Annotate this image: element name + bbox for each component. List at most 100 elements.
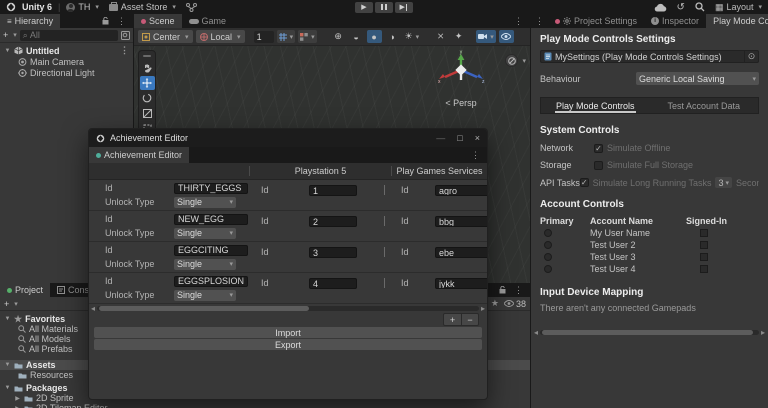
simulate-long-tasks-checkbox[interactable]: ✓ bbox=[580, 178, 589, 187]
gizmos-visibility-button[interactable] bbox=[499, 30, 514, 43]
expand-arrow-icon[interactable]: ▼ bbox=[4, 316, 11, 322]
ps5-id-field[interactable]: 2 bbox=[309, 216, 357, 227]
panel-menu-icon[interactable]: ⋮ bbox=[510, 16, 527, 27]
primary-radio[interactable] bbox=[544, 241, 552, 249]
scene-audio-button[interactable]: ⨯ bbox=[433, 30, 448, 43]
scene-effects-button[interactable]: ✦ bbox=[451, 30, 466, 43]
perspective-label[interactable]: < Persp bbox=[426, 98, 496, 108]
item-menu-icon[interactable]: ⋮ bbox=[116, 45, 133, 56]
layout-menu[interactable]: ▦ Layout ▾ bbox=[715, 2, 762, 13]
scale-tool-button[interactable] bbox=[140, 106, 155, 120]
tab-project[interactable]: Project bbox=[0, 283, 50, 297]
step-button[interactable]: ▶ bbox=[395, 2, 413, 13]
version-control-icon[interactable] bbox=[186, 3, 197, 12]
hierarchy-item-scene[interactable]: ▼ Untitled ⋮ bbox=[0, 45, 133, 56]
signed-in-checkbox[interactable] bbox=[700, 229, 708, 237]
hidden-items-indicator[interactable]: 38 bbox=[504, 299, 526, 309]
favorite-star-icon[interactable]: ★ bbox=[491, 298, 499, 309]
scene-orientation-gizmo[interactable]: y x z < Persp bbox=[426, 50, 496, 108]
import-button[interactable]: Import bbox=[94, 327, 482, 338]
lock-icon[interactable] bbox=[499, 286, 506, 294]
grid-size-field[interactable]: 1 bbox=[254, 31, 274, 43]
behaviour-dropdown[interactable]: Generic Local Saving ▾ bbox=[636, 72, 759, 85]
shaded-wire-mode-button[interactable]: ◒ bbox=[349, 30, 364, 43]
signed-in-checkbox[interactable] bbox=[700, 253, 708, 261]
achievement-id-field[interactable]: NEW_EGG bbox=[174, 214, 248, 225]
unlock-type-dropdown[interactable]: Single▾ bbox=[174, 197, 236, 208]
pgs-id-field[interactable]: bbg bbox=[435, 216, 487, 227]
hierarchy-item-camera[interactable]: Main Camera bbox=[0, 56, 133, 67]
cloud-icon[interactable] bbox=[654, 3, 667, 12]
pgs-id-field[interactable]: jykk bbox=[435, 278, 487, 289]
wireframe-mode-button[interactable]: ⊕ bbox=[331, 30, 346, 43]
achievement-id-field[interactable]: THIRTY_EGGS bbox=[174, 183, 248, 194]
scene-lighting-button[interactable]: ☀ ▾ bbox=[403, 30, 422, 43]
minimize-button[interactable]: — bbox=[436, 133, 445, 143]
settings-object-field[interactable]: MySettings (Play Mode Controls Settings)… bbox=[540, 50, 759, 63]
inner-tab-play-mode-controls[interactable]: Play Mode Controls bbox=[541, 98, 650, 113]
panel-menu-icon[interactable]: ⋮ bbox=[113, 16, 130, 27]
tab-scene[interactable]: Scene bbox=[134, 14, 182, 28]
rotate-tool-button[interactable] bbox=[140, 91, 155, 105]
search-icon[interactable] bbox=[695, 2, 705, 12]
add-object-button[interactable]: + bbox=[3, 30, 8, 40]
panel-menu-icon[interactable]: ⋮ bbox=[467, 150, 484, 161]
remove-row-button[interactable]: − bbox=[461, 314, 478, 325]
shaded-mode-button[interactable]: ● bbox=[367, 30, 382, 43]
search-filter-icon[interactable] bbox=[121, 31, 130, 40]
camera-view-options-button[interactable] bbox=[505, 54, 518, 67]
scroll-left-icon[interactable]: ◂ bbox=[91, 304, 95, 313]
scroll-right-icon[interactable]: ▸ bbox=[761, 328, 765, 337]
unlit-mode-button[interactable]: ◑ bbox=[385, 30, 400, 43]
export-button[interactable]: Export bbox=[94, 339, 482, 350]
primary-radio[interactable] bbox=[544, 265, 552, 273]
tree-item-2d-tilemap[interactable]: ▶ 2D Tilemap Editor bbox=[0, 403, 530, 408]
pgs-id-field[interactable]: agro bbox=[435, 185, 487, 196]
snap-increment-button[interactable]: ▾ bbox=[298, 30, 317, 43]
ps5-id-field[interactable]: 4 bbox=[309, 278, 357, 289]
view-tool-button[interactable] bbox=[140, 61, 155, 75]
pause-button[interactable] bbox=[375, 2, 393, 13]
dock-menu-icon[interactable]: ⋮ bbox=[531, 14, 548, 28]
asset-store-menu[interactable]: Asset Store ▾ bbox=[109, 2, 176, 12]
simulate-full-storage-checkbox[interactable]: ✓ bbox=[594, 161, 603, 170]
ps5-id-field[interactable]: 1 bbox=[309, 185, 357, 196]
chevron-down-icon[interactable]: ▾ bbox=[522, 57, 526, 65]
simulate-offline-checkbox[interactable]: ✓ bbox=[594, 144, 603, 153]
ps5-id-field[interactable]: 3 bbox=[309, 247, 357, 258]
inner-tab-test-account-data[interactable]: Test Account Data bbox=[650, 98, 759, 113]
signed-in-checkbox[interactable] bbox=[700, 241, 708, 249]
pgs-id-field[interactable]: ebe bbox=[435, 247, 487, 258]
achievement-id-field[interactable]: EGGCITING bbox=[174, 245, 248, 256]
expand-arrow-icon[interactable]: ▶ bbox=[14, 395, 21, 402]
panel-menu-icon[interactable]: ⋮ bbox=[510, 285, 527, 296]
tab-inspector[interactable]: i Inspector bbox=[644, 14, 706, 28]
scene-camera-settings-button[interactable]: ▾ bbox=[476, 30, 496, 43]
expand-arrow-icon[interactable]: ▼ bbox=[4, 362, 11, 368]
tab-game[interactable]: Game bbox=[182, 14, 234, 28]
scroll-left-icon[interactable]: ◂ bbox=[534, 328, 538, 337]
hierarchy-item-light[interactable]: Directional Light bbox=[0, 67, 133, 78]
hierarchy-search-input[interactable]: ⌕ All bbox=[20, 30, 118, 41]
tab-play-mode-control[interactable]: Play Mode Control ▸ bbox=[706, 14, 768, 28]
horizontal-scrollbar[interactable]: ◂ ▸ bbox=[534, 328, 765, 337]
achievement-id-field[interactable]: EGGSPLOSION bbox=[174, 276, 248, 287]
task-duration-dropdown[interactable]: 3 ▾ bbox=[715, 177, 732, 188]
tab-hierarchy[interactable]: ≡ Hierarchy bbox=[0, 14, 60, 28]
add-row-button[interactable]: + bbox=[444, 314, 461, 325]
history-icon[interactable]: ↺ bbox=[677, 2, 685, 13]
horizontal-scrollbar[interactable]: ◂ ▸ bbox=[89, 304, 487, 313]
expand-arrow-icon[interactable]: ▶ bbox=[14, 405, 21, 408]
primary-radio[interactable] bbox=[544, 229, 552, 237]
unlock-type-dropdown[interactable]: Single▾ bbox=[174, 228, 236, 239]
signed-in-checkbox[interactable] bbox=[700, 265, 708, 273]
window-titlebar[interactable]: Achievement Editor — □ × bbox=[89, 129, 487, 147]
pivot-dropdown[interactable]: Center ▾ bbox=[138, 30, 193, 43]
add-asset-button[interactable]: + bbox=[4, 299, 9, 309]
play-button[interactable]: ▶ bbox=[355, 2, 373, 13]
drag-handle[interactable] bbox=[143, 55, 151, 57]
move-tool-button[interactable] bbox=[140, 76, 155, 90]
account-menu[interactable]: TH ▾ bbox=[66, 2, 99, 12]
primary-radio[interactable] bbox=[544, 253, 552, 261]
grid-snap-button[interactable]: ▾ bbox=[277, 30, 296, 43]
